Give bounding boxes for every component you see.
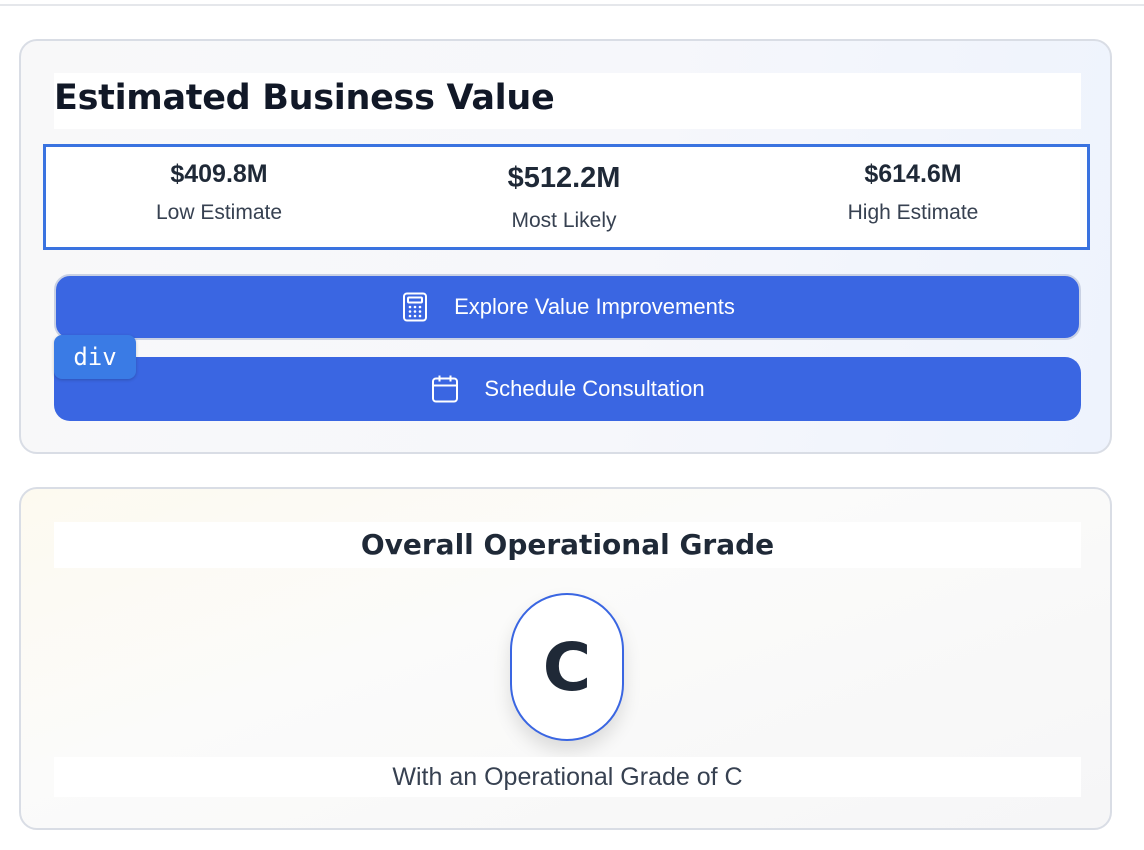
most-likely-estimate: $512.2M Most Likely <box>394 162 734 233</box>
schedule-consultation-button[interactable]: Schedule Consultation <box>54 357 1081 421</box>
grade-caption-bar: With an Operational Grade of C <box>54 757 1081 797</box>
grade-title: Overall Operational Grade <box>360 528 775 561</box>
low-estimate: $409.8M Low Estimate <box>49 160 389 225</box>
high-estimate-value: $614.6M <box>864 160 962 188</box>
top-divider <box>0 4 1144 6</box>
calculator-icon <box>400 292 430 322</box>
calendar-icon <box>430 374 460 404</box>
business-value-card: Estimated Business Value $409.8M Low Est… <box>19 39 1112 454</box>
grade-caption: With an Operational Grade of C <box>392 763 743 791</box>
explore-value-improvements-button[interactable]: Explore Value Improvements <box>54 274 1081 340</box>
element-inspector-tag: div <box>54 335 136 379</box>
high-estimate: $614.6M High Estimate <box>743 160 1083 225</box>
operational-grade-card: Overall Operational Grade C With an Oper… <box>19 487 1112 830</box>
most-likely-value: $512.2M <box>507 162 621 194</box>
estimates-panel: $409.8M Low Estimate $512.2M Most Likely… <box>43 144 1090 250</box>
explore-button-label: Explore Value Improvements <box>454 294 735 319</box>
schedule-button-label: Schedule Consultation <box>484 376 705 401</box>
low-estimate-label: Low Estimate <box>155 201 283 224</box>
high-estimate-label: High Estimate <box>847 201 979 224</box>
low-estimate-value: $409.8M <box>170 160 268 188</box>
business-value-title-bar: Estimated Business Value <box>54 73 1081 129</box>
most-likely-label: Most Likely <box>511 209 617 232</box>
grade-title-bar: Overall Operational Grade <box>54 522 1081 568</box>
business-value-title: Estimated Business Value <box>54 78 555 118</box>
grade-badge: C <box>510 593 624 741</box>
grade-letter: C <box>542 628 592 706</box>
